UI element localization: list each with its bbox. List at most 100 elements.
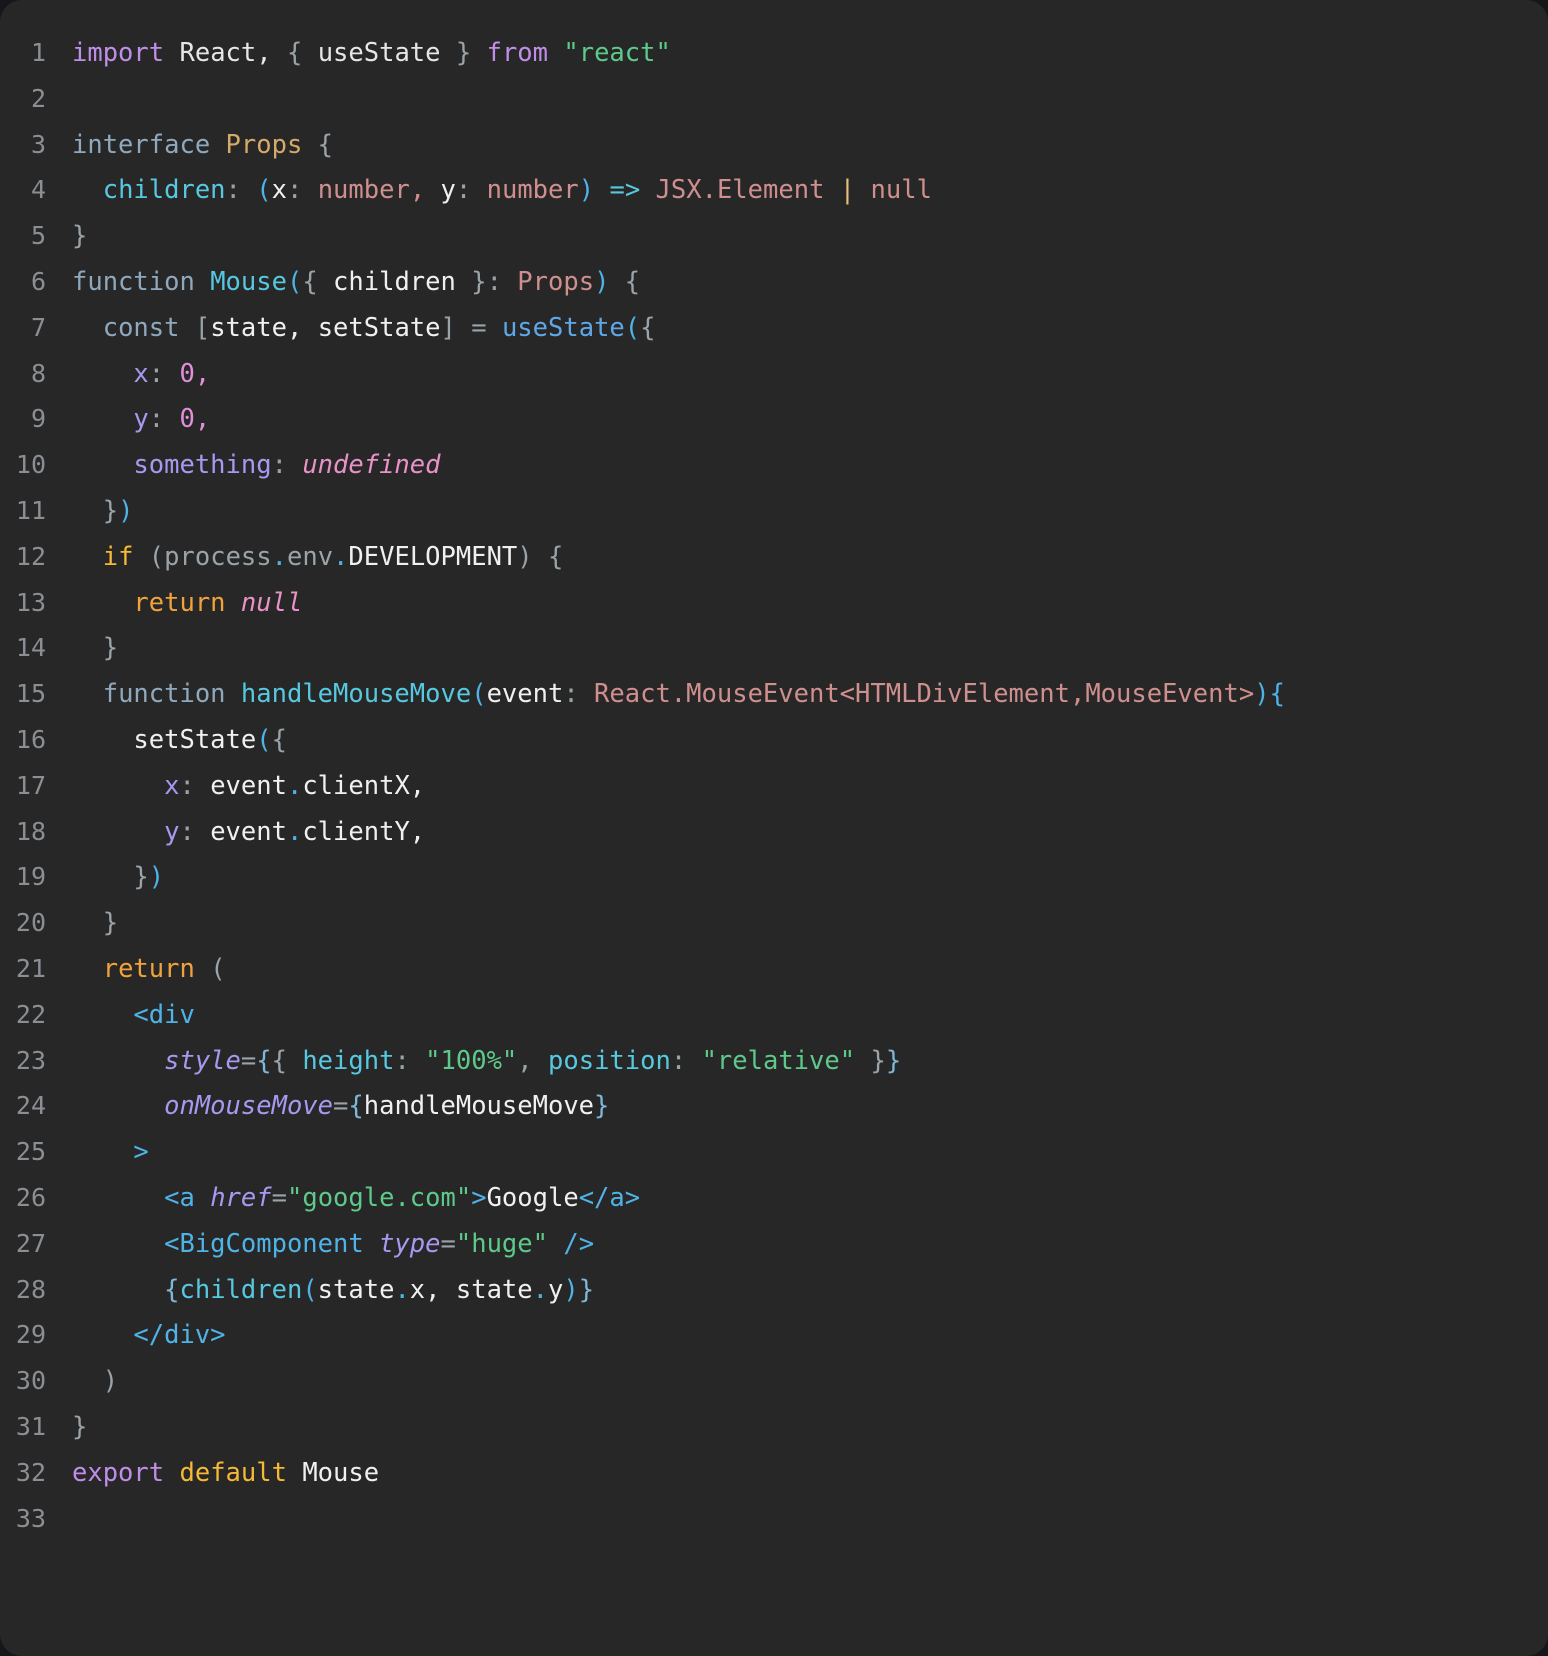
code-line-content[interactable]: onMouseMove={handleMouseMove} — [72, 1084, 1548, 1130]
code-line[interactable]: 2 — [0, 76, 1548, 122]
code-block[interactable]: 1 import React, { useState } from "react"… — [0, 30, 1548, 1541]
code-line-content[interactable]: {children(state.x, state.y)} — [72, 1268, 1548, 1314]
code-line[interactable]: 29 </div> — [0, 1312, 1548, 1358]
code-line-content[interactable]: return ( — [72, 947, 1548, 993]
code-line-content[interactable]: } — [72, 214, 1548, 260]
code-token: "100%" — [425, 1045, 518, 1076]
code-token: state — [210, 312, 287, 343]
code-token: { — [624, 266, 641, 297]
code-line[interactable]: 31} — [0, 1404, 1548, 1450]
code-line[interactable]: 12 if (process.env.DEVELOPMENT) { — [0, 534, 1548, 580]
code-line-content[interactable]: }) — [72, 855, 1548, 901]
code-token: children — [179, 1274, 303, 1305]
code-line-content[interactable]: }) — [72, 489, 1548, 535]
line-number: 16 — [15, 724, 46, 754]
code-line-content[interactable]: setState({ — [72, 718, 1548, 764]
code-line[interactable]: 8 x: 0, — [0, 351, 1548, 397]
code-line-content[interactable]: } — [72, 626, 1548, 672]
code-token: } — [102, 633, 119, 664]
code-line[interactable]: 13 return null — [0, 580, 1548, 626]
code-line-content[interactable]: ) — [72, 1359, 1548, 1405]
code-line[interactable]: 33 — [0, 1496, 1548, 1542]
code-line-content[interactable]: } — [72, 1405, 1548, 1451]
code-line[interactable]: 16 setState({ — [0, 717, 1548, 763]
code-line-content[interactable]: return null — [72, 581, 1548, 627]
code-line-content[interactable]: > — [72, 1130, 1548, 1176]
code-line-content[interactable]: y: event.clientY, — [72, 810, 1548, 856]
code-line[interactable]: 14 } — [0, 625, 1548, 671]
code-token: Props — [517, 266, 595, 297]
line-number: 11 — [15, 495, 46, 525]
code-line-content[interactable]: children: (x: number, y: number) => JSX.… — [72, 168, 1548, 214]
code-line[interactable]: 21 return ( — [0, 946, 1548, 992]
code-line-content[interactable]: function handleMouseMove(event: React.Mo… — [72, 672, 1548, 718]
line-number: 20 — [15, 908, 46, 938]
code-line[interactable]: 24 onMouseMove={handleMouseMove} — [0, 1083, 1548, 1129]
line-number: 15 — [15, 679, 46, 709]
code-line-content[interactable]: style={{ height: "100%", position: "rela… — [72, 1039, 1548, 1085]
code-token: : — [394, 1045, 410, 1076]
code-line[interactable]: 30 ) — [0, 1358, 1548, 1404]
code-line[interactable]: 7 const [state, setState] = useState({ — [0, 305, 1548, 351]
code-line[interactable]: 18 y: event.clientY, — [0, 809, 1548, 855]
code-line-content[interactable]: x: event.clientX, — [72, 764, 1548, 810]
code-line[interactable]: 6 function Mouse({ children }: Props) { — [0, 259, 1548, 305]
code-line-content[interactable]: interface Props { — [72, 123, 1548, 169]
line-number: 32 — [15, 1457, 46, 1487]
code-line-content[interactable]: const [state, setState] = useState({ — [72, 306, 1548, 352]
code-token: position — [548, 1045, 671, 1076]
code-line[interactable]: 9 y: 0, — [0, 396, 1548, 442]
code-line-content[interactable]: } — [72, 901, 1548, 947]
line-number: 9 — [30, 404, 46, 434]
code-line-content[interactable]: function Mouse({ children }: Props) { — [72, 260, 1548, 306]
line-number: 22 — [15, 999, 46, 1029]
code-line-content[interactable]: export default Mouse — [72, 1451, 1548, 1497]
code-line[interactable]: 32 export default Mouse — [0, 1450, 1548, 1496]
code-line[interactable]: 5} — [0, 213, 1548, 259]
code-token: "relative" — [701, 1045, 856, 1076]
code-line-content[interactable]: import React, { useState } from "react" — [72, 31, 1548, 77]
code-token: ) — [578, 175, 595, 206]
code-token: } — [133, 862, 149, 893]
code-line[interactable]: 15 function handleMouseMove(event: React… — [0, 671, 1548, 717]
code-line-content[interactable]: y: 0, — [72, 397, 1548, 443]
code-line-content[interactable]: something: undefined — [72, 443, 1548, 489]
code-line-content[interactable]: x: 0, — [72, 352, 1548, 398]
code-token: number — [486, 175, 579, 206]
code-token: : — [670, 1045, 687, 1076]
code-token: event — [210, 816, 287, 847]
code-line[interactable]: 11 }) — [0, 488, 1548, 534]
code-line[interactable]: 23 style={{ height: "100%", position: "r… — [0, 1038, 1548, 1084]
code-line[interactable]: 19 }) — [0, 854, 1548, 900]
code-line[interactable]: 1 import React, { useState } from "react" — [0, 30, 1548, 76]
code-token: { — [271, 1045, 287, 1076]
code-line[interactable]: 17 x: event.clientX, — [0, 763, 1548, 809]
code-line[interactable]: 4 children: (x: number, y: number) => JS… — [0, 167, 1548, 213]
code-line[interactable]: 22 <div — [0, 992, 1548, 1038]
code-token: ( — [256, 724, 272, 755]
code-token: "react" — [563, 38, 671, 68]
code-line[interactable]: 27 <BigComponent type="huge" /> — [0, 1221, 1548, 1267]
code-line-content[interactable]: if (process.env.DEVELOPMENT) { — [72, 535, 1548, 581]
line-number: 4 — [30, 175, 46, 205]
code-line[interactable]: 26 <a href="google.com">Google</a> — [0, 1175, 1548, 1221]
code-line[interactable]: 28 {children(state.x, state.y)} — [0, 1267, 1548, 1313]
code-line[interactable]: 20 } — [0, 900, 1548, 946]
code-line[interactable]: 25 > — [0, 1129, 1548, 1175]
code-line-content[interactable]: <BigComponent type="huge" /> — [72, 1222, 1548, 1268]
code-token: null — [870, 175, 932, 206]
code-line-content[interactable]: <div — [72, 993, 1548, 1039]
code-line[interactable]: 3 interface Props { — [0, 122, 1548, 168]
code-line-content[interactable]: <a href="google.com">Google</a> — [72, 1176, 1548, 1222]
line-number: 6 — [30, 266, 46, 296]
code-line[interactable]: 10 something: undefined — [0, 442, 1548, 488]
code-token: setState — [133, 724, 257, 755]
code-line-content[interactable]: </div> — [72, 1313, 1548, 1359]
